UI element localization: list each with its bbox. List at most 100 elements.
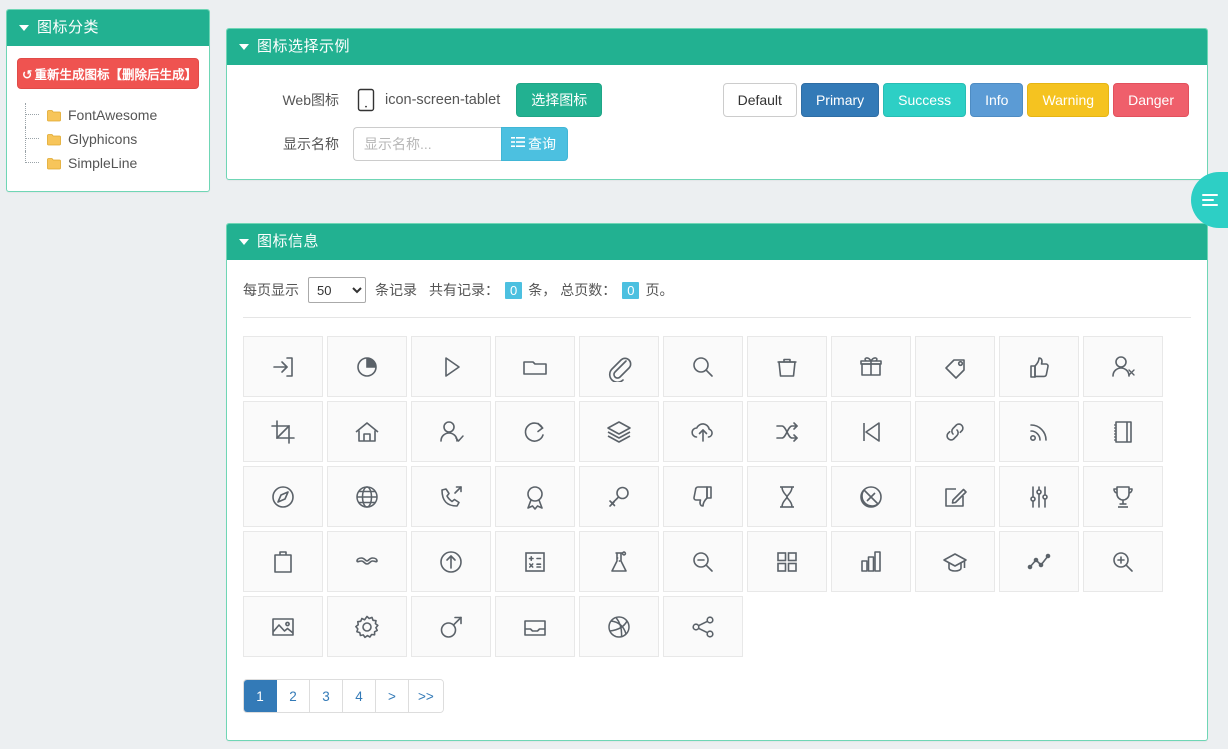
sidebar-item-label: Glyphicons (68, 131, 138, 147)
hamburger-menu-icon (1201, 191, 1218, 209)
icon-cell-share[interactable] (663, 596, 743, 657)
icon-cell-settings[interactable] (327, 596, 407, 657)
icon-cell-feed[interactable] (999, 401, 1079, 462)
icon-cell-briefcase[interactable] (243, 531, 323, 592)
icon-cell-present[interactable] (831, 336, 911, 397)
icon-info-panel: 图标信息 每页显示 50 条记录 共有记录： 0 条， 总页数： 0 页。 1 … (226, 223, 1208, 741)
icon-cell-paperclip[interactable] (579, 336, 659, 397)
sidebar-item-simpleline[interactable]: SimpleLine (23, 151, 199, 175)
icon-select-panel: 图标选择示例 Default Primary Success Info Warn… (226, 28, 1208, 180)
pages-suffix: 页。 (645, 282, 674, 298)
icon-cell-refresh[interactable] (495, 401, 575, 462)
icon-cell-ball[interactable] (579, 596, 659, 657)
sidebar-item-fontawesome[interactable]: FontAwesome (23, 103, 199, 127)
icon-cell-graduation[interactable] (915, 531, 995, 592)
icon-cell-like[interactable] (999, 336, 1079, 397)
icon-cell-arrow-up-circle[interactable] (411, 531, 491, 592)
display-name-input[interactable] (353, 127, 501, 161)
icon-cell-shuffle[interactable] (747, 401, 827, 462)
selected-icon-name: icon-screen-tablet (385, 92, 501, 108)
icon-cell-magnifier[interactable] (663, 336, 743, 397)
icon-cell-user-follow[interactable] (411, 401, 491, 462)
display-name-label: 显示名称 (283, 136, 339, 152)
folder-icon (47, 133, 61, 146)
icon-cell-badge[interactable] (495, 466, 575, 527)
pagination-page-4[interactable]: 4 (343, 680, 376, 712)
icon-select-title: 图标选择示例 (257, 38, 351, 55)
choose-icon-button[interactable]: 选择图标 (516, 83, 603, 117)
icon-cell-hourglass[interactable] (747, 466, 827, 527)
icon-cell-layers[interactable] (579, 401, 659, 462)
icon-cell-note[interactable] (915, 466, 995, 527)
screen-tablet-icon (353, 87, 379, 113)
icon-category-title: 图标分类 (37, 19, 100, 36)
icon-cell-globe[interactable] (327, 466, 407, 527)
pagination-next[interactable]: > (376, 680, 409, 712)
icon-cell-pie-chart[interactable] (327, 336, 407, 397)
icon-cell-call-out[interactable] (411, 466, 491, 527)
icon-cell-cloud-upload[interactable] (663, 401, 743, 462)
pagination: 1 2 3 4 > >> (243, 679, 444, 713)
caret-down-icon (239, 239, 249, 245)
style-button-success[interactable]: Success (883, 83, 967, 117)
icon-cell-login[interactable] (243, 336, 323, 397)
icon-cell-line-chart[interactable] (999, 531, 1079, 592)
total-pages-label: 总页数： (560, 282, 617, 298)
icon-cell-folder[interactable] (495, 336, 575, 397)
pagination-page-3[interactable]: 3 (310, 680, 343, 712)
icon-cell-control-start[interactable] (831, 401, 911, 462)
icon-cell-mustache[interactable] (327, 531, 407, 592)
list-icon (511, 135, 525, 153)
app-root: 图标分类 ↺ 重新生成图标【删除后生成】 FontAwesome Glyphico… (0, 0, 1228, 749)
query-button-label: 查询 (528, 136, 556, 152)
pagination-page-2[interactable]: 2 (277, 680, 310, 712)
records-suffix: 条， (528, 282, 557, 298)
style-button-default[interactable]: Default (722, 83, 797, 117)
side-panel-toggle[interactable] (1191, 172, 1228, 228)
style-button-warning[interactable]: Warning (1027, 83, 1110, 117)
icon-info-panel-header: 图标信息 (227, 224, 1207, 260)
icon-info-title: 图标信息 (257, 233, 320, 250)
icon-cell-trophy[interactable] (1083, 466, 1163, 527)
icon-cell-grid[interactable] (747, 531, 827, 592)
icon-cell-tag[interactable] (915, 336, 995, 397)
regenerate-icons-label: 重新生成图标【删除后生成】 (34, 68, 197, 82)
divider (243, 317, 1191, 318)
icon-cell-home[interactable] (327, 401, 407, 462)
style-button-info[interactable]: Info (970, 83, 1024, 117)
icon-cell-picture[interactable] (243, 596, 323, 657)
icon-cell-chemistry[interactable] (579, 531, 659, 592)
rotate-icon: ↺ (22, 68, 33, 82)
icon-cell-trash[interactable] (747, 336, 827, 397)
total-records-value: 0 (505, 281, 523, 299)
per-page-select[interactable]: 50 (308, 277, 366, 303)
icon-cell-inbox[interactable] (495, 596, 575, 657)
icon-cell-magic-wand[interactable] (579, 466, 659, 527)
icon-cell-magnifier-add[interactable] (1083, 531, 1163, 592)
sidebar-item-glyphicons[interactable]: Glyphicons (23, 127, 199, 151)
query-button[interactable]: 查询 (501, 127, 568, 161)
icon-cell-bar-chart[interactable] (831, 531, 911, 592)
pagination-page-1[interactable]: 1 (244, 680, 277, 712)
icon-cell-crop[interactable] (243, 401, 323, 462)
icon-cell-user-unfollow[interactable] (1083, 336, 1163, 397)
icon-cell-calculator[interactable] (495, 531, 575, 592)
display-name-row: 显示名称 查询 (243, 127, 1191, 161)
regenerate-icons-button[interactable]: ↺ 重新生成图标【删除后生成】 (17, 58, 199, 89)
folder-icon (47, 109, 61, 122)
icon-cell-notebook[interactable] (1083, 401, 1163, 462)
icon-cell-equalizer[interactable] (999, 466, 1079, 527)
icon-cell-play[interactable] (411, 336, 491, 397)
caret-down-icon (19, 25, 29, 31)
sidebar-item-label: SimpleLine (68, 155, 138, 171)
icon-cell-ban[interactable] (831, 466, 911, 527)
icon-cell-symbol-male[interactable] (411, 596, 491, 657)
style-button-primary[interactable]: Primary (800, 83, 880, 117)
icon-cell-link[interactable] (915, 401, 995, 462)
style-button-danger[interactable]: Danger (1113, 83, 1189, 117)
pagination-last[interactable]: >> (409, 680, 443, 712)
icon-cell-dislike[interactable] (663, 466, 743, 527)
icon-cell-compass[interactable] (243, 466, 323, 527)
icon-cell-magnifier-remove[interactable] (663, 531, 743, 592)
per-page-label: 每页显示 (243, 282, 299, 298)
